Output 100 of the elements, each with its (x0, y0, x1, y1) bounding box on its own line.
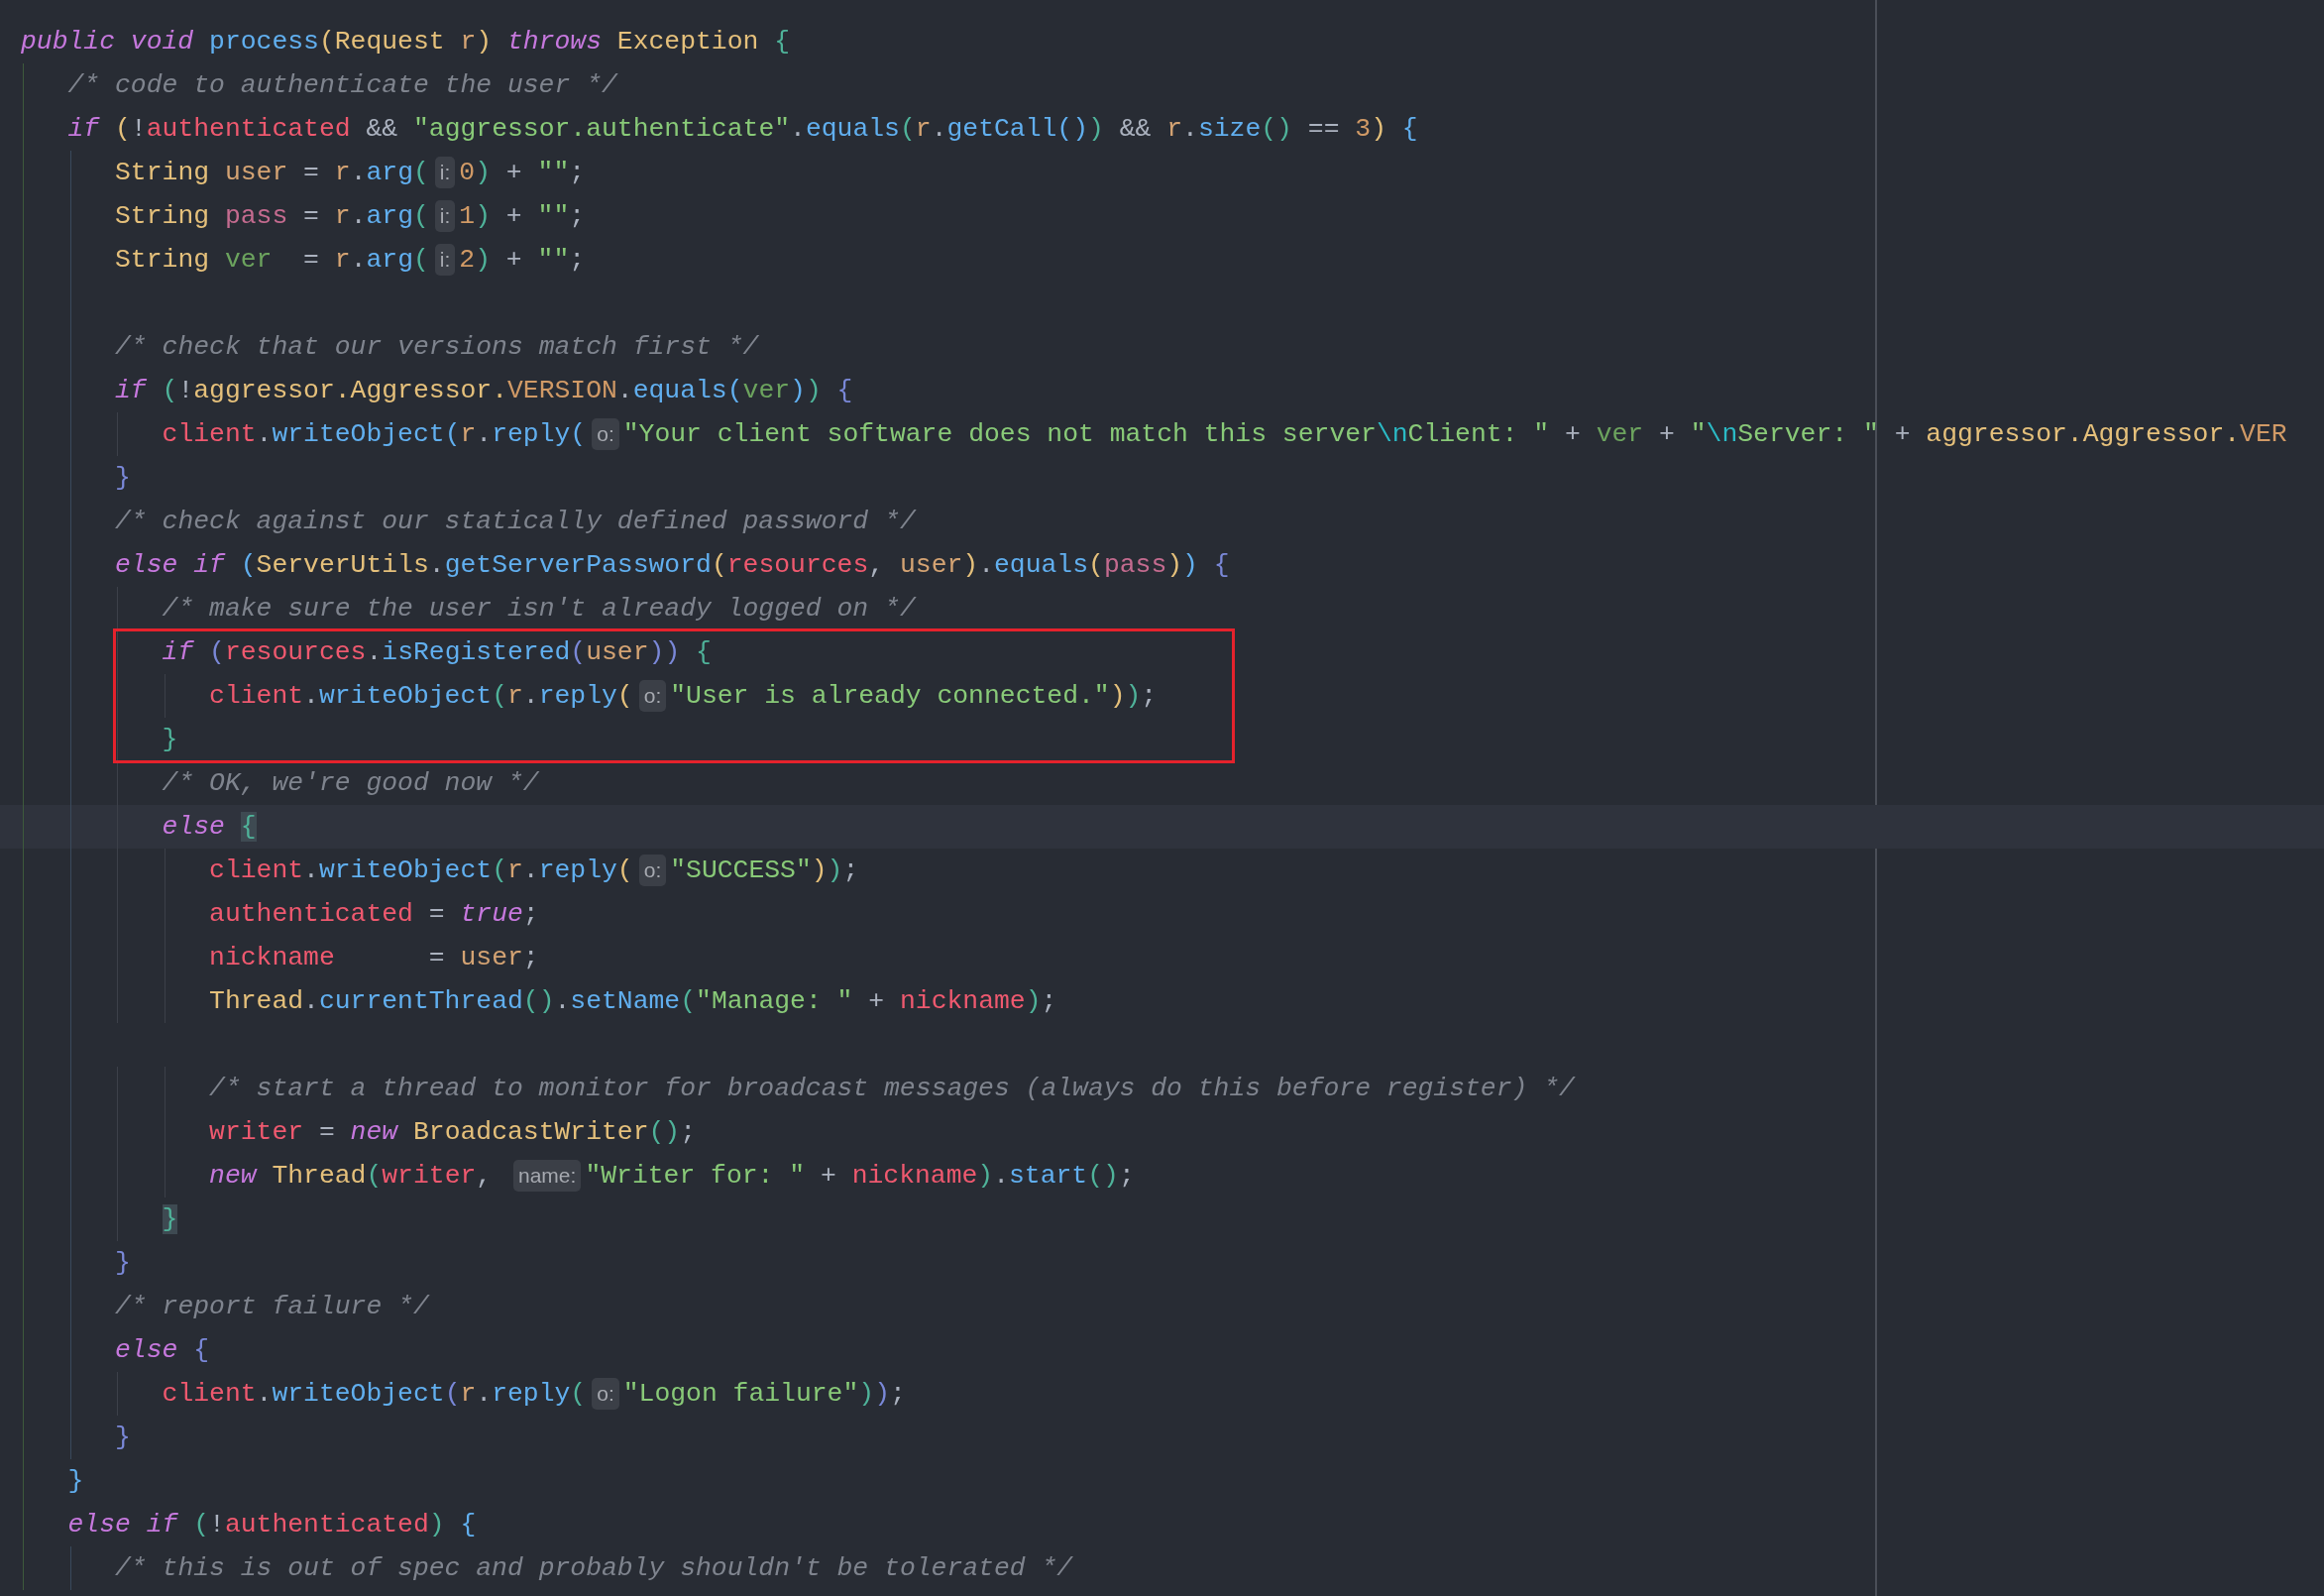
string-literal: "Writer for: " (585, 1161, 806, 1191)
type-name: Exception (616, 27, 760, 57)
code-symbol: = (428, 899, 446, 929)
variable-name: user (899, 550, 963, 580)
bracket: ( (193, 1510, 210, 1539)
comment: /* code to authenticate the user */ (67, 70, 617, 100)
code-symbol: + (868, 986, 886, 1016)
code-symbol: . (366, 637, 383, 667)
string-literal: "" (537, 201, 570, 231)
field-name: nickname (209, 943, 335, 972)
string-literal: Server: " (1737, 419, 1879, 449)
code-symbol: + (505, 245, 523, 275)
keyword: if (67, 114, 101, 144)
bracket: ) (475, 245, 491, 275)
code-symbol: . (522, 855, 539, 885)
code-symbol: ; (522, 899, 539, 929)
parameter-hint: i: (434, 157, 456, 188)
bracket: ( (492, 855, 507, 885)
parameter-hint: name: (513, 1160, 582, 1192)
code-symbol: . (790, 114, 806, 144)
string-literal: "Manage: " (696, 986, 853, 1016)
variable-name: ver (224, 245, 273, 275)
code-symbol: ; (569, 201, 586, 231)
field-name: resources (224, 637, 367, 667)
bracket: ) (1025, 986, 1042, 1016)
code-symbol: ; (680, 1117, 697, 1147)
keyword: new (209, 1161, 259, 1191)
variable-name: user (460, 943, 523, 972)
bracket: ( (209, 637, 225, 667)
bracket: ) (874, 1379, 890, 1409)
code-symbol: ; (569, 158, 586, 187)
method-name: arg (366, 201, 413, 231)
type-name: Thread (209, 986, 304, 1016)
method-name: reply (538, 855, 617, 885)
string-literal: "User is already connected." (670, 681, 1110, 711)
type-name: ServerUtils (256, 550, 429, 580)
keyword: else if (115, 550, 227, 580)
variable-name: r (1166, 114, 1183, 144)
variable-name: r (334, 245, 351, 275)
code-symbol: && (1119, 114, 1153, 144)
method-name: size (1197, 114, 1262, 144)
code-symbol: . (554, 986, 571, 1016)
type-name: String (115, 158, 211, 187)
code-symbol: == (1307, 114, 1341, 144)
bracket: { (193, 1335, 210, 1365)
code-symbol: + (505, 158, 523, 187)
code-symbol: ; (1118, 1161, 1135, 1191)
bracket: ) (1109, 681, 1126, 711)
method-name: writeObject (272, 1379, 445, 1409)
bracket: { (460, 1510, 477, 1539)
variable-name: ver (1596, 419, 1644, 449)
comment: /* this is out of spec and probably shouldn't be tolerated */ (115, 1553, 1073, 1583)
field-name: writer (382, 1161, 477, 1191)
variable-name: user (224, 158, 288, 187)
bracket: ( (444, 419, 461, 449)
bracket: ) (1182, 550, 1198, 580)
method-name: setName (570, 986, 681, 1016)
bracket: ) (805, 376, 822, 405)
bracket: { (1401, 114, 1418, 144)
bracket: } (67, 1466, 84, 1496)
method-name: reply (492, 419, 571, 449)
bracket: ) (858, 1379, 875, 1409)
code-symbol: , (476, 1161, 494, 1191)
constant-name: VERSION (507, 376, 617, 405)
field-name: client (209, 681, 304, 711)
comment: /* check against our statically defined password */ (115, 507, 916, 536)
bracket: ( (680, 986, 697, 1016)
constant-name: VER (2240, 419, 2287, 449)
string-literal: "SUCCESS" (670, 855, 812, 885)
variable-name: r (460, 419, 477, 449)
bracket: ) (962, 550, 979, 580)
bracket: () (1087, 1161, 1119, 1191)
bracket: () (522, 986, 555, 1016)
code-symbol: && (366, 114, 399, 144)
bracket: ) (476, 27, 493, 57)
code-symbol: . (1182, 114, 1198, 144)
code-symbol: = (318, 1117, 336, 1147)
variable-name: r (334, 201, 351, 231)
number-literal: 2 (459, 245, 476, 275)
code-symbol: . (350, 158, 367, 187)
bracket: () (1261, 114, 1292, 144)
bracket: ( (899, 114, 916, 144)
bracket: { (1213, 550, 1230, 580)
code-symbol: . (993, 1161, 1009, 1191)
bracket: } (115, 463, 131, 493)
bracket: () (648, 1117, 681, 1147)
bracket: ( (711, 550, 727, 580)
code-symbol: = (428, 943, 446, 972)
method-name: process (209, 27, 319, 57)
code-symbol: + (505, 201, 523, 231)
bracket: { (774, 27, 791, 57)
code-symbol: ; (569, 245, 586, 275)
bracket: ) (811, 855, 828, 885)
code-symbol: . (476, 419, 493, 449)
field-name: authenticated (146, 114, 351, 144)
code-symbol: ; (1141, 681, 1158, 711)
variable-name: r (460, 1379, 477, 1409)
field-name: resources (726, 550, 869, 580)
method-name: getCall (946, 114, 1057, 144)
bracket: ( (570, 419, 587, 449)
